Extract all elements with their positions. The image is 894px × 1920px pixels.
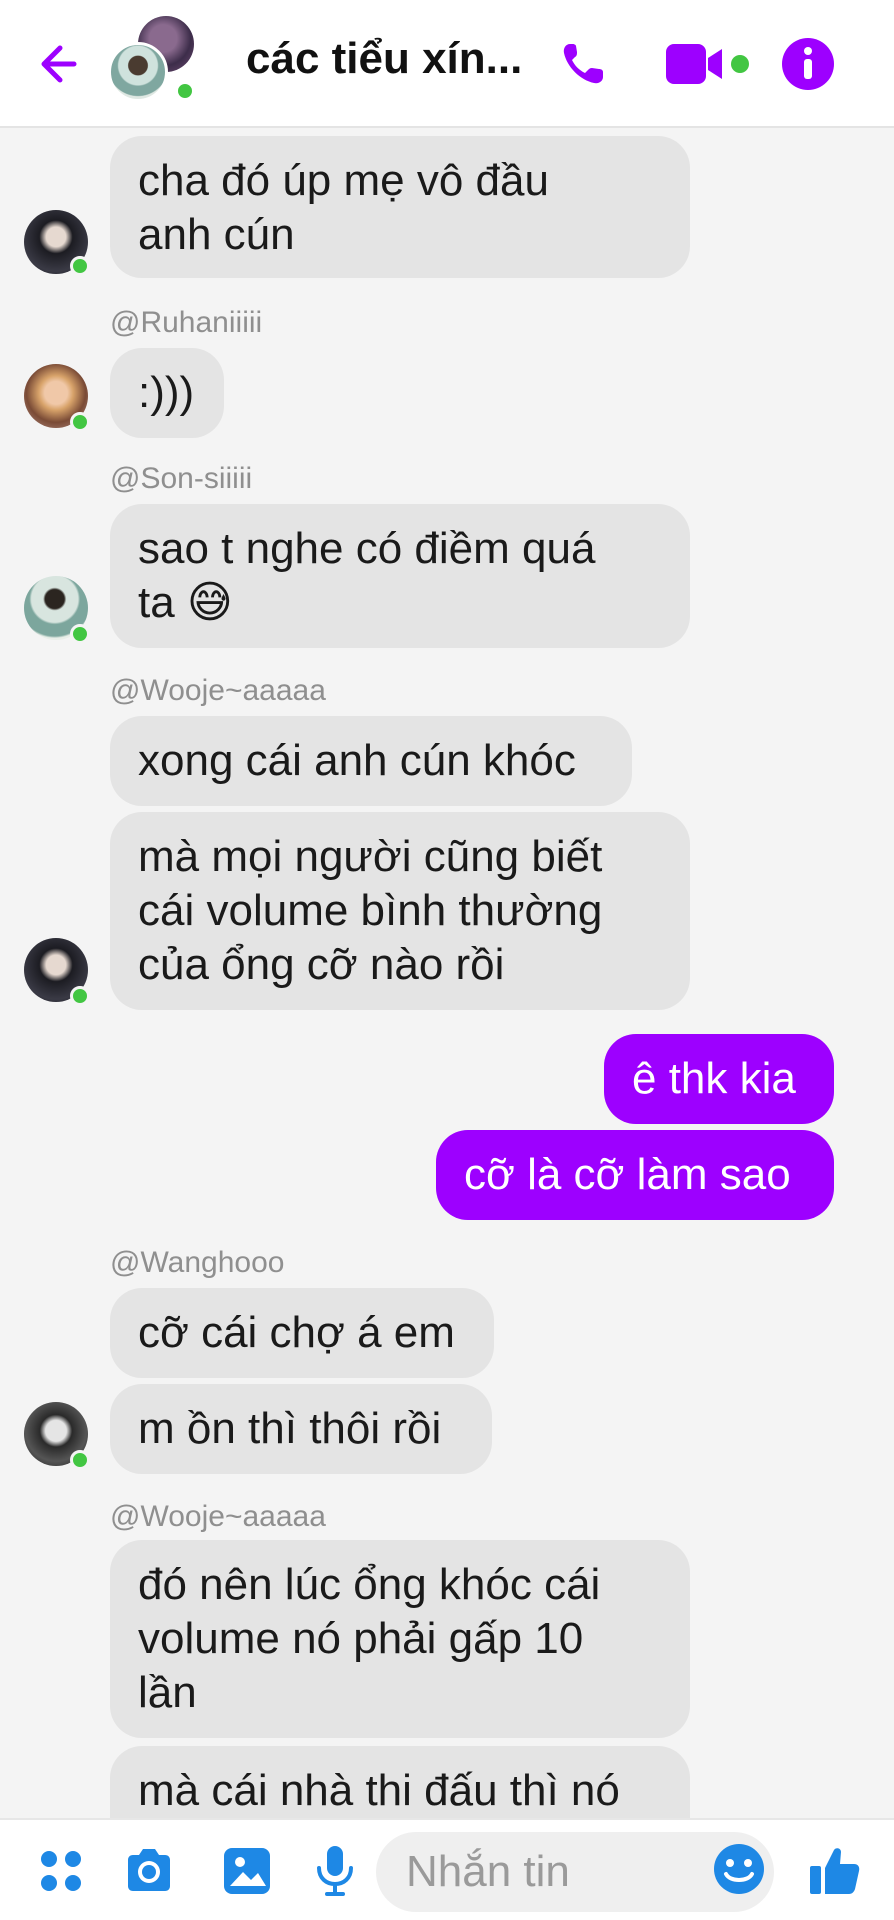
message-bubble[interactable]: cỡ cái chợ á em bbox=[110, 1288, 494, 1378]
reply-sender: @Wooje~aaaaa bbox=[110, 1500, 326, 1533]
camera-icon[interactable] bbox=[120, 1842, 178, 1900]
image-icon[interactable] bbox=[218, 1842, 276, 1900]
like-icon[interactable] bbox=[806, 1842, 864, 1900]
composer-bar bbox=[0, 1818, 894, 1920]
message-text: :))) bbox=[138, 368, 195, 417]
message-line: anh cún bbox=[138, 210, 295, 259]
reply-sender: @Ruhaniiiii bbox=[110, 306, 263, 339]
message-bubble[interactable]: cha đó úp mẹ vô đầu anh cún bbox=[110, 136, 690, 278]
group-avatar-photo-2 bbox=[108, 42, 168, 102]
back-arrow-icon[interactable] bbox=[30, 38, 82, 90]
online-indicator bbox=[70, 986, 90, 1006]
video-call-icon[interactable] bbox=[664, 36, 754, 92]
reply-sender: @Son-siiiii bbox=[110, 462, 253, 495]
chat-header: các tiểu xín... bbox=[0, 0, 894, 128]
message-text: cỡ cái chợ á em bbox=[138, 1308, 455, 1357]
message-input-container[interactable] bbox=[376, 1832, 774, 1912]
online-indicator bbox=[174, 80, 196, 102]
message-line: volume nó phải gấp 10 bbox=[138, 1614, 584, 1663]
message-bubble[interactable]: sao t nghe có điềm quá ta 😅 bbox=[110, 504, 690, 648]
message-bubble[interactable]: m ồn thì thôi rồi bbox=[110, 1384, 492, 1474]
microphone-icon[interactable] bbox=[306, 1842, 364, 1900]
info-icon[interactable] bbox=[780, 36, 836, 92]
online-indicator bbox=[70, 412, 90, 432]
message-line: cha đó úp mẹ vô đầu bbox=[138, 156, 549, 205]
online-indicator bbox=[70, 256, 90, 276]
message-text: xong cái anh cún khóc bbox=[138, 736, 576, 785]
my-message-bubble[interactable]: ê thk kia bbox=[604, 1034, 834, 1124]
group-avatar[interactable] bbox=[106, 16, 202, 106]
message-line: cái volume bình thường bbox=[138, 886, 603, 935]
message-text: mà cái nhà thi đấu thì nó bbox=[138, 1766, 620, 1815]
reply-sender: @Wanghooo bbox=[110, 1246, 285, 1279]
message-text: ê thk kia bbox=[632, 1054, 796, 1103]
apps-icon[interactable] bbox=[32, 1842, 90, 1900]
online-indicator bbox=[70, 624, 90, 644]
message-line: lần bbox=[138, 1668, 197, 1717]
my-message-bubble[interactable]: cỡ là cỡ làm sao bbox=[436, 1130, 834, 1220]
message-bubble[interactable]: xong cái anh cún khóc bbox=[110, 716, 632, 806]
message-line: sao t nghe có điềm quá bbox=[138, 524, 596, 573]
reply-sender: @Wooje~aaaaa bbox=[110, 674, 326, 707]
conversation-title[interactable]: các tiểu xín... bbox=[246, 34, 546, 84]
message-bubble[interactable]: đó nên lúc ổng khóc cái volume nó phải g… bbox=[110, 1540, 690, 1738]
emoji-icon[interactable] bbox=[710, 1840, 768, 1898]
message-text: cỡ là cỡ làm sao bbox=[464, 1150, 791, 1199]
message-line: đó nên lúc ổng khóc cái bbox=[138, 1560, 601, 1609]
online-indicator bbox=[70, 1450, 90, 1470]
message-input[interactable] bbox=[406, 1842, 666, 1902]
phone-call-icon[interactable] bbox=[556, 36, 612, 92]
message-line: mà mọi người cũng biết bbox=[138, 832, 603, 881]
message-line: ta 😅 bbox=[138, 578, 233, 627]
message-line: của ổng cỡ nào rồi bbox=[138, 940, 505, 989]
message-text: m ồn thì thôi rồi bbox=[138, 1404, 442, 1453]
message-bubble[interactable]: mà mọi người cũng biết cái volume bình t… bbox=[110, 812, 690, 1010]
message-bubble[interactable]: :))) bbox=[110, 348, 224, 438]
